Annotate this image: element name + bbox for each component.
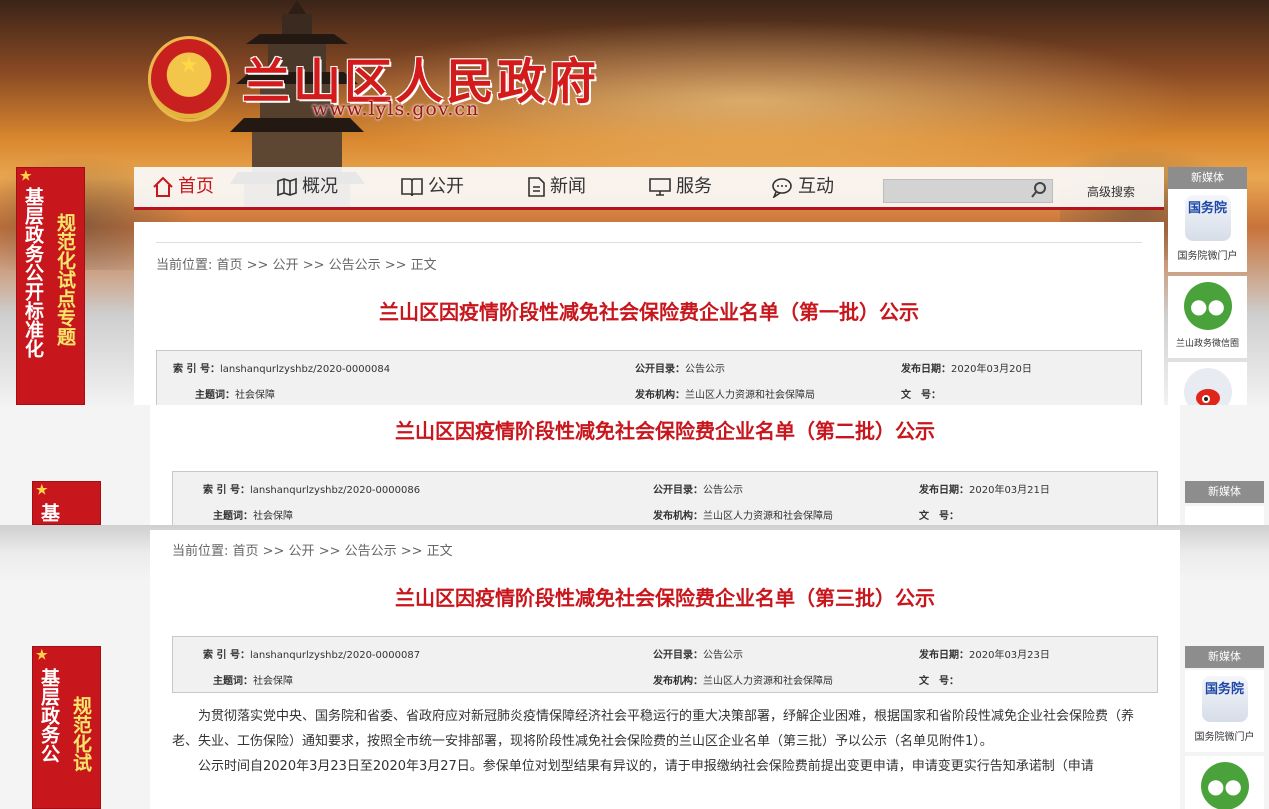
- nav-label: 公开: [428, 176, 464, 197]
- meta-date: 发布日期：2020年03月20日: [901, 364, 1032, 375]
- nav-label: 互动: [798, 176, 834, 197]
- meta-date: 发布日期：2020年03月21日: [919, 485, 1050, 496]
- wechat-card[interactable]: ●●: [1185, 756, 1264, 809]
- ribbon-text: 规范化试: [70, 696, 92, 772]
- meta-table: 索 引 号：lanshanqurlzyshbz/2020-0000084 公开目…: [156, 350, 1142, 407]
- sidebar-head: 新媒体: [1185, 481, 1264, 503]
- gov-portal-card[interactable]: [1185, 506, 1264, 525]
- page-title: 兰山区因疫情阶段性减免社会保险费企业名单（第三批）公示: [395, 586, 935, 610]
- meta-topic: 主题词：社会保障: [213, 676, 293, 687]
- page-title: 兰山区因疫情阶段性减免社会保险费企业名单（第一批）公示: [379, 300, 919, 324]
- state-council-logo: 国务院: [1184, 195, 1231, 241]
- content-panel: 当前位置: 首页 >> 公开 >> 公告公示 >> 正文 兰山区因疫情阶段性减免…: [134, 222, 1164, 407]
- meta-date: 发布日期：2020年03月23日: [919, 650, 1050, 661]
- article-body: 为贯彻落实党中央、国务院和省委、省政府应对新冠肺炎疫情保障经济社会平稳运行的重大…: [172, 704, 1156, 779]
- meta-index: 索 引 号：lanshanqurlzyshbz/2020-0000086: [203, 485, 421, 496]
- breadcrumb[interactable]: 当前位置: 首页 >> 公开 >> 公告公示 >> 正文: [156, 254, 437, 273]
- ribbon-text: 基层政务公开标准化: [22, 187, 44, 358]
- content-panel: 当前位置: 首页 >> 公开 >> 公告公示 >> 正文 兰山区因疫情阶段性减免…: [150, 530, 1180, 809]
- nav-service[interactable]: 服务: [648, 173, 712, 201]
- content-panel: 兰山区因疫情阶段性减免社会保险费企业名单（第二批）公示 索 引 号：lansha…: [150, 405, 1180, 527]
- weibo-card[interactable]: [1168, 362, 1247, 405]
- ribbon-text: 规范化试点专题: [54, 213, 76, 346]
- meta-catalog: 公开目录：公告公示: [635, 364, 725, 375]
- breadcrumb[interactable]: 当前位置: 首页 >> 公开 >> 公告公示 >> 正文: [172, 540, 453, 559]
- wechat-icon: ●●: [1183, 282, 1232, 330]
- nav-news[interactable]: 新闻: [526, 173, 586, 201]
- star-icon: ★: [20, 169, 32, 184]
- sidebar-head: 新媒体: [1168, 167, 1247, 189]
- search-icon[interactable]: [1030, 181, 1048, 199]
- map-icon: [277, 177, 297, 197]
- divider: [156, 242, 1142, 243]
- gov-portal-label: 国务院微门户: [1194, 732, 1255, 743]
- meta-topic: 主题词：社会保障: [195, 390, 275, 401]
- site-url: www.lyls.gov.cn: [312, 98, 480, 120]
- home-icon: [153, 176, 173, 197]
- search-input[interactable]: [884, 181, 1032, 201]
- search-box: [883, 179, 1053, 203]
- meta-catalog: 公开目录：公告公示: [653, 485, 743, 496]
- star-icon: ★: [36, 648, 48, 663]
- ribbon-banner[interactable]: ★ 基层政务公开标准化 规范化试点专题: [16, 167, 85, 405]
- meta-docno: 文 号：: [919, 511, 959, 522]
- nav-label: 服务: [676, 176, 712, 197]
- advanced-search-link[interactable]: 高级搜索: [1087, 183, 1135, 200]
- meta-docno: 文 号：: [901, 390, 941, 401]
- page-title: 兰山区因疫情阶段性减免社会保险费企业名单（第二批）公示: [395, 419, 935, 443]
- ribbon-text: 基: [38, 503, 60, 522]
- meta-table: 索 引 号：lanshanqurlzyshbz/2020-0000087 公开目…: [172, 636, 1158, 693]
- meta-index: 索 引 号：lanshanqurlzyshbz/2020-0000084: [173, 364, 391, 375]
- monitor-icon: [649, 178, 671, 196]
- wechat-icon: ●●: [1200, 762, 1249, 809]
- meta-org: 发布机构：兰山区人力资源和社会保障局: [653, 511, 833, 522]
- chat-icon: [772, 178, 792, 198]
- ribbon-banner[interactable]: ★ 基层政务公 规范化试: [32, 646, 101, 809]
- meta-org: 发布机构：兰山区人力资源和社会保障局: [635, 390, 815, 401]
- meta-index: 索 引 号：lanshanqurlzyshbz/2020-0000087: [203, 650, 421, 661]
- meta-table: 索 引 号：lanshanqurlzyshbz/2020-0000086 公开目…: [172, 471, 1158, 527]
- star-icon: ★: [36, 483, 48, 498]
- ribbon-banner[interactable]: ★ 基: [32, 481, 101, 525]
- nav-open[interactable]: 公开: [400, 173, 464, 201]
- meta-org: 发布机构：兰山区人力资源和社会保障局: [653, 676, 833, 687]
- nav-label: 首页: [178, 176, 214, 197]
- ribbon-text: 基层政务公: [38, 668, 60, 763]
- nav-label: 概况: [302, 176, 338, 197]
- state-council-logo: 国务院: [1201, 676, 1248, 722]
- gov-portal-label: 国务院微门户: [1177, 251, 1238, 262]
- gov-portal-card[interactable]: 国务院 国务院微门户: [1168, 189, 1247, 272]
- article-paragraph: 公示时间自2020年3月23日至2020年3月27日。参保单位对划型结果有异议的…: [198, 759, 1094, 774]
- gov-portal-card[interactable]: 国务院 国务院微门户: [1185, 670, 1264, 752]
- national-emblem: ★: [148, 36, 230, 122]
- nav-interact[interactable]: 互动: [770, 173, 834, 201]
- meta-docno: 文 号：: [919, 676, 959, 687]
- article-paragraph: 为贯彻落实党中央、国务院和省委、省政府应对新冠肺炎疫情保障经济社会平稳运行的重大…: [172, 709, 1135, 749]
- nav-home[interactable]: 首页: [152, 173, 214, 201]
- meta-topic: 主题词：社会保障: [213, 511, 293, 522]
- meta-catalog: 公开目录：公告公示: [653, 650, 743, 661]
- wechat-card[interactable]: ●● 兰山政务微信圈: [1168, 276, 1247, 358]
- book-icon: [401, 178, 423, 197]
- sidebar-head: 新媒体: [1185, 646, 1264, 668]
- nav-label: 新闻: [550, 176, 586, 197]
- weibo-icon: [1183, 368, 1232, 405]
- nav-overview[interactable]: 概况: [276, 173, 338, 201]
- document-icon: [528, 177, 545, 197]
- wechat-label: 兰山政务微信圈: [1175, 339, 1239, 349]
